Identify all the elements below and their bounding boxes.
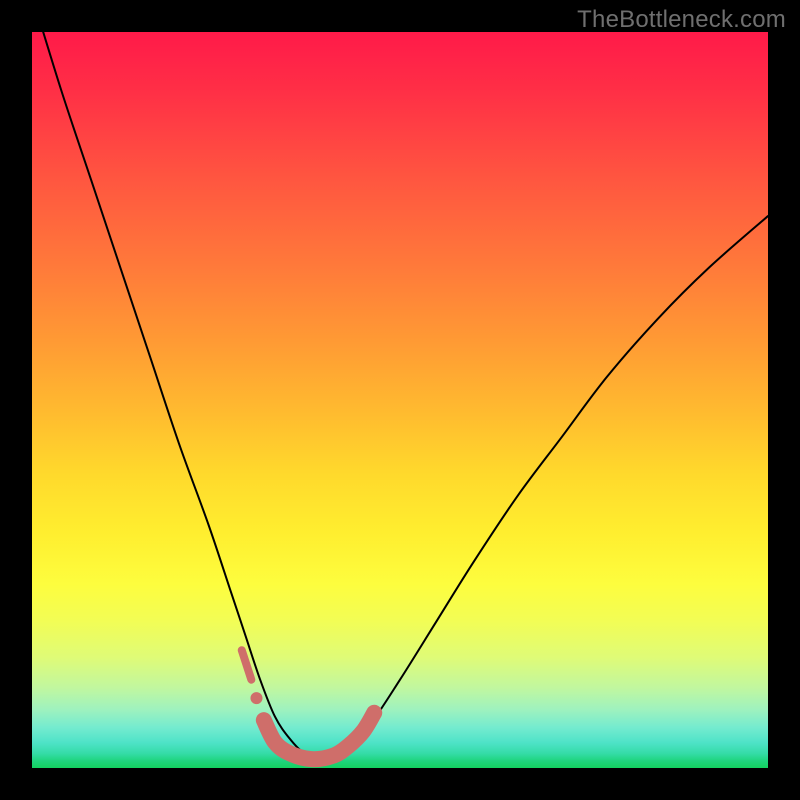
chart-root: TheBottleneck.com [0, 0, 800, 800]
marker-dot [250, 692, 262, 704]
marker-layer [32, 32, 768, 768]
watermark-text: TheBottleneck.com [577, 6, 786, 34]
marker-valley [264, 713, 374, 759]
marker-thin-segment [242, 650, 252, 679]
plot-area [32, 32, 768, 768]
